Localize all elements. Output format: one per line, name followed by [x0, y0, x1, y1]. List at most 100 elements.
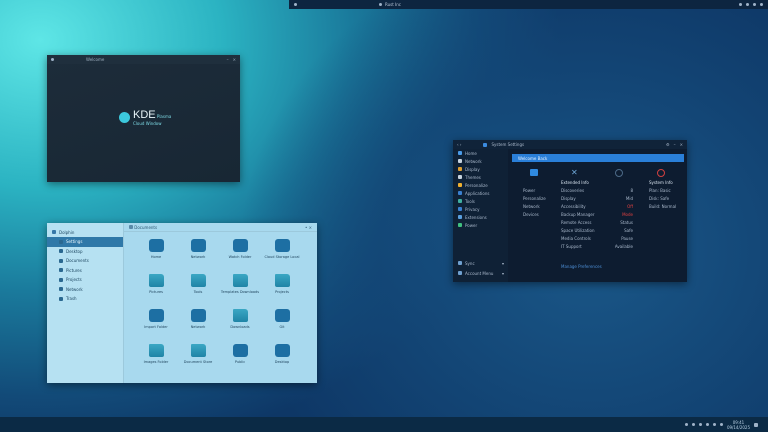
power-icon[interactable] — [657, 169, 665, 177]
file-item[interactable]: Import Folder — [135, 309, 177, 344]
network-icon[interactable] — [719, 423, 723, 426]
info-row: Disk: Safe — [649, 196, 670, 201]
sidebar-item[interactable]: Personalize — [453, 181, 508, 189]
sidebar-item[interactable]: Extensions — [453, 213, 508, 221]
titlebar[interactable]: ‹ › System Settings ⚙ – × — [453, 140, 687, 149]
chat-icon[interactable] — [698, 423, 702, 426]
places-item[interactable]: Network — [47, 285, 123, 295]
manage-preferences-link[interactable]: Manage Preferences — [561, 264, 602, 269]
window-menu-icon[interactable] — [51, 58, 54, 61]
places-item[interactable]: Documents — [47, 256, 123, 266]
sidebar-item[interactable]: Home — [453, 149, 508, 157]
sidebar-item[interactable]: Tools — [453, 197, 508, 205]
settings-link[interactable]: Power — [523, 188, 546, 196]
file-label: Network — [190, 325, 206, 329]
app-icon — [232, 239, 248, 252]
kde-welcome-window: Welcome – × KDE Plasma Cloud Window — [47, 55, 240, 182]
close-button[interactable]: × — [680, 142, 683, 147]
sidebar-item[interactable]: Power — [453, 221, 508, 229]
places-item[interactable]: Desktop — [47, 247, 123, 257]
file-item[interactable]: Images Folder — [135, 344, 177, 379]
file-item[interactable]: Projects — [261, 274, 303, 309]
battery-icon[interactable] — [753, 3, 756, 6]
file-item[interactable]: Home — [135, 239, 177, 274]
sidebar-item[interactable]: Display — [453, 165, 508, 173]
place-icon — [59, 258, 63, 263]
settings-icon[interactable]: ⚙ — [666, 142, 670, 147]
place-icon — [59, 287, 63, 292]
file-item[interactable]: Desktop — [261, 344, 303, 379]
power-icon[interactable] — [712, 423, 716, 426]
minimize-button[interactable]: • — [305, 225, 307, 230]
tools-icon[interactable]: ✕ — [571, 168, 578, 177]
file-item[interactable]: Templates Downloads — [219, 274, 261, 309]
places-item[interactable]: Trash — [47, 294, 123, 304]
file-label: Pictures — [149, 290, 163, 294]
file-item[interactable]: Watch Folder — [219, 239, 261, 274]
settings-icon[interactable] — [705, 423, 709, 426]
sidebar-label: Power — [465, 222, 478, 228]
taskbar: 09:41 09/14/2025 — [0, 417, 768, 432]
info-value: 8 — [630, 188, 633, 193]
mail-icon[interactable] — [691, 423, 695, 426]
app-icon — [483, 142, 488, 147]
titlebar[interactable]: Welcome – × — [47, 55, 240, 64]
close-button[interactable]: × — [233, 57, 236, 62]
notifications-icon[interactable] — [760, 3, 763, 6]
places-item[interactable]: Projects — [47, 275, 123, 285]
tray-icon[interactable] — [684, 423, 688, 426]
file-item[interactable]: Network — [177, 239, 219, 274]
file-item[interactable]: Tools — [177, 274, 219, 309]
place-label: Network — [66, 286, 83, 292]
settings-link[interactable]: Devices — [523, 212, 546, 220]
sidebar-item[interactable]: Applications — [453, 189, 508, 197]
info-label: Backup Manager — [561, 212, 595, 217]
app-icon — [274, 239, 290, 252]
footer-item[interactable]: Account Menu ▾ — [453, 268, 508, 278]
location-bar[interactable]: Documents • × — [124, 223, 317, 232]
minimize-button[interactable]: – — [674, 142, 676, 147]
file-item[interactable]: Downloads — [219, 309, 261, 344]
file-label: Git — [279, 325, 285, 329]
info-row: Backup Manager Mode — [561, 212, 633, 220]
file-label: Images Folder — [143, 360, 169, 364]
info-row: Discoveries 8 — [561, 188, 633, 196]
places-item[interactable]: Pictures — [47, 266, 123, 276]
file-item[interactable]: Git — [261, 309, 303, 344]
file-item[interactable]: Document Store — [177, 344, 219, 379]
footer-item[interactable]: Sync ▾ — [453, 258, 508, 268]
place-label: Desktop — [66, 248, 83, 254]
path-label: Documents — [134, 224, 158, 230]
chevron-icon: ▾ — [501, 260, 504, 266]
chevron-icon: ▾ — [501, 270, 504, 276]
file-item[interactable]: Pictures — [135, 274, 177, 309]
sidebar-item[interactable]: Themes — [453, 173, 508, 181]
file-item[interactable]: Public — [219, 344, 261, 379]
sidebar-icon — [458, 215, 462, 219]
place-label: Settings — [66, 239, 83, 245]
sidebar-item[interactable]: Network — [453, 157, 508, 165]
sidebar-icon — [458, 167, 462, 171]
sidebar-item[interactable]: Privacy — [453, 205, 508, 213]
info-label: Display — [561, 196, 576, 201]
show-desktop-button[interactable] — [754, 422, 758, 427]
settings-link[interactable]: Personalize — [523, 196, 546, 204]
volume-icon[interactable] — [746, 3, 749, 6]
menu-icon[interactable] — [294, 3, 297, 6]
folder-icon[interactable] — [530, 169, 538, 176]
back-button[interactable]: ‹ › — [457, 142, 461, 147]
window-title: Welcome — [86, 57, 105, 62]
network-icon[interactable] — [739, 3, 742, 6]
settings-link[interactable]: Network — [523, 204, 546, 212]
refresh-icon[interactable] — [615, 169, 623, 177]
info-value: Mode — [622, 212, 633, 217]
minimize-button[interactable]: – — [227, 57, 229, 62]
file-item[interactable]: Network — [177, 309, 219, 344]
file-item[interactable]: Cloud Storage Local — [261, 239, 303, 274]
places-item[interactable]: Settings — [47, 237, 123, 247]
section-header: Extended Info — [561, 180, 589, 185]
clock[interactable]: 09:41 09/14/2025 — [727, 420, 750, 430]
app-icon — [190, 309, 206, 322]
sidebar: Home Network Display Themes Personalize Appli… — [453, 149, 508, 282]
close-button[interactable]: × — [309, 225, 312, 230]
